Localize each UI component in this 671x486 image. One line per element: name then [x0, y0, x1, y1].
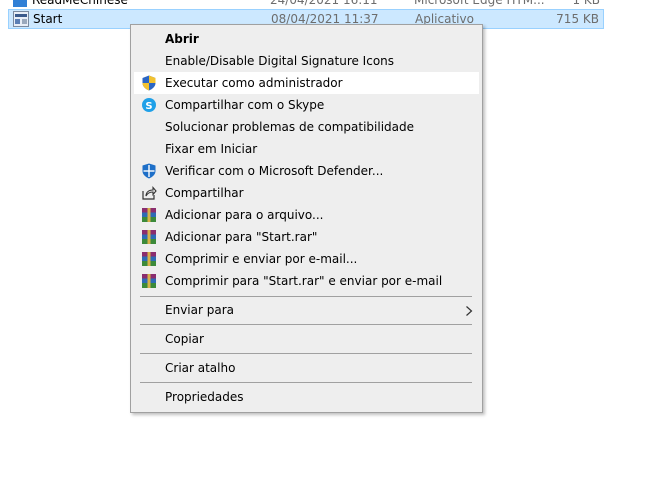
- menu-item-label: Adicionar para o arquivo...: [165, 208, 324, 222]
- menu-item-label: Enable/Disable Digital Signature Icons: [165, 54, 395, 68]
- menu-item-label: Adicionar para "Start.rar": [165, 230, 318, 244]
- file-size: 715 KB: [556, 12, 599, 26]
- svg-text:S: S: [145, 101, 152, 112]
- menu-separator: [140, 382, 472, 383]
- menu-item-create-shortcut[interactable]: Criar atalho: [134, 357, 479, 379]
- menu-item-abrir[interactable]: Abrir: [134, 28, 479, 50]
- menu-item-label: Propriedades: [165, 390, 244, 404]
- submenu-arrow-icon: [465, 305, 473, 319]
- menu-item-send-to[interactable]: Enviar para: [134, 299, 479, 321]
- menu-item-label: Verificar com o Microsoft Defender...: [165, 164, 384, 178]
- winrar-icon: [141, 207, 157, 223]
- application-icon: [13, 11, 29, 27]
- menu-item-compress-email[interactable]: Comprimir e enviar por e-mail...: [134, 248, 479, 270]
- menu-separator: [140, 296, 472, 297]
- menu-item-troubleshoot-compat[interactable]: Solucionar problemas de compatibilidade: [134, 116, 479, 138]
- edge-file-icon: [12, 0, 28, 8]
- winrar-icon: [141, 229, 157, 245]
- menu-item-digital-signature[interactable]: Enable/Disable Digital Signature Icons: [134, 50, 479, 72]
- defender-icon: [141, 163, 157, 179]
- menu-item-label: Compartilhar com o Skype: [165, 98, 325, 112]
- menu-item-run-as-admin[interactable]: Executar como administrador: [134, 72, 479, 94]
- menu-item-add-to-start-rar[interactable]: Adicionar para "Start.rar": [134, 226, 479, 248]
- menu-item-compress-start-rar-email[interactable]: Comprimir para "Start.rar" e enviar por …: [134, 270, 479, 292]
- menu-item-share[interactable]: Compartilhar: [134, 182, 479, 204]
- uac-shield-icon: [141, 75, 157, 91]
- menu-item-add-to-archive[interactable]: Adicionar para o arquivo...: [134, 204, 479, 226]
- menu-item-label: Comprimir e enviar por e-mail...: [165, 252, 358, 266]
- menu-item-label: Criar atalho: [165, 361, 236, 375]
- menu-item-label: Fixar em Iniciar: [165, 142, 258, 156]
- winrar-icon: [141, 251, 157, 267]
- context-menu: Abrir Enable/Disable Digital Signature I…: [130, 24, 483, 413]
- menu-item-label: Executar como administrador: [165, 76, 343, 90]
- menu-item-label: Solucionar problemas de compatibilidade: [165, 120, 414, 134]
- menu-item-label: Copiar: [165, 332, 204, 346]
- menu-item-pin-start[interactable]: Fixar em Iniciar: [134, 138, 479, 160]
- menu-item-properties[interactable]: Propriedades: [134, 386, 479, 408]
- menu-item-share-skype[interactable]: S Compartilhar com o Skype: [134, 94, 479, 116]
- menu-item-label: Compartilhar: [165, 186, 244, 200]
- menu-item-scan-defender[interactable]: Verificar com o Microsoft Defender...: [134, 160, 479, 182]
- menu-separator: [140, 353, 472, 354]
- menu-separator: [140, 324, 472, 325]
- menu-item-label: Comprimir para "Start.rar" e enviar por …: [165, 274, 443, 288]
- menu-item-label: Enviar para: [165, 303, 234, 317]
- menu-item-label: Abrir: [165, 32, 199, 46]
- menu-item-copy[interactable]: Copiar: [134, 328, 479, 350]
- share-icon: [141, 185, 157, 201]
- skype-icon: S: [141, 97, 157, 113]
- winrar-icon: [141, 273, 157, 289]
- file-name: Start: [33, 12, 63, 26]
